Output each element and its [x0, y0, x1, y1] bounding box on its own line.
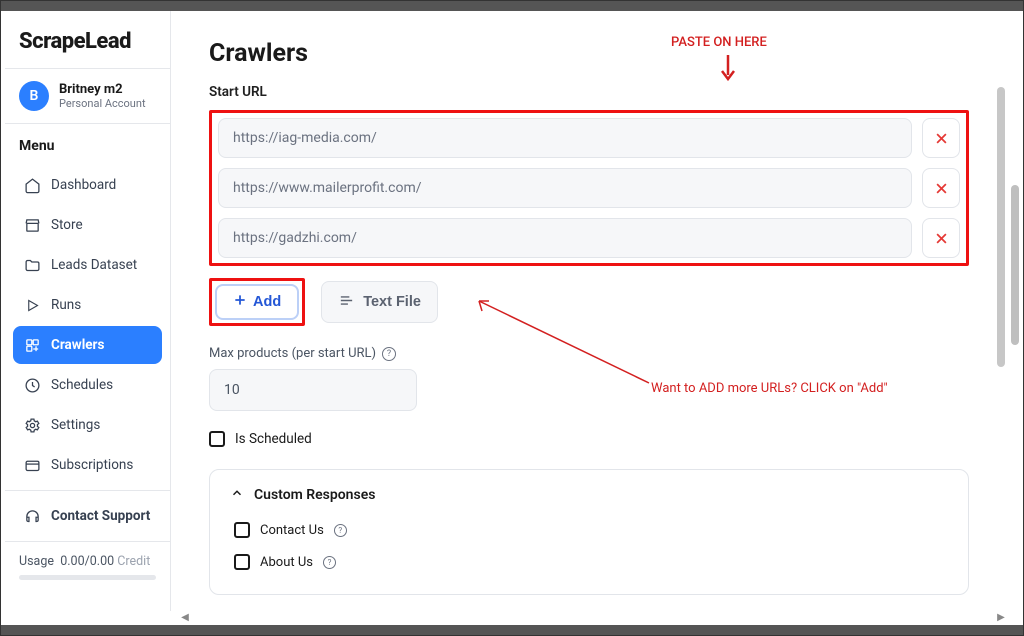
- panel-title: Custom Responses: [254, 487, 375, 503]
- plus-icon: [233, 293, 247, 311]
- max-products-label: Max products (per start URL): [209, 346, 376, 361]
- horizontal-scrollbar[interactable]: ◀ ▶: [179, 611, 1007, 623]
- chevron-up-icon: [230, 486, 244, 504]
- brand-logo: ScrapeLead: [5, 11, 170, 68]
- account-type: Personal Account: [59, 97, 146, 110]
- menu-header: Menu: [5, 124, 170, 160]
- delete-url-button[interactable]: [922, 168, 960, 208]
- text-file-button[interactable]: Text File: [321, 281, 438, 323]
- url-input[interactable]: https://www.mailerprofit.com/: [218, 168, 912, 208]
- scroll-right-icon[interactable]: ▶: [995, 611, 1007, 623]
- nav-label: Runs: [51, 297, 81, 313]
- about-us-label: About Us: [260, 555, 313, 570]
- gear-icon: [23, 416, 41, 434]
- list-icon: [338, 292, 355, 313]
- sidebar-item-leads[interactable]: Leads Dataset: [13, 246, 162, 284]
- nav-label: Subscriptions: [51, 457, 133, 473]
- add-url-button[interactable]: Add: [215, 284, 299, 320]
- browser-top-bar: [1, 1, 1023, 11]
- delete-url-button[interactable]: [922, 118, 960, 158]
- about-us-checkbox[interactable]: [234, 554, 250, 570]
- delete-url-button[interactable]: [922, 218, 960, 258]
- url-row: https://iag-media.com/: [218, 118, 960, 158]
- sidebar-item-crawlers[interactable]: Crawlers: [13, 326, 162, 364]
- max-products-input[interactable]: 10: [209, 369, 417, 411]
- url-input[interactable]: https://iag-media.com/: [218, 118, 912, 158]
- usage-bar: [19, 575, 156, 580]
- avatar: B: [19, 81, 49, 111]
- play-icon: [23, 296, 41, 314]
- nav-label: Settings: [51, 417, 100, 433]
- custom-responses-panel: Custom Responses Contact Us ? About Us ?: [209, 469, 969, 595]
- contact-us-checkbox[interactable]: [234, 522, 250, 538]
- nav-label: Store: [51, 217, 83, 233]
- account-switcher[interactable]: B Britney m2 Personal Account: [5, 69, 170, 123]
- usage-label: Usage: [19, 554, 54, 569]
- sidebar-item-dashboard[interactable]: Dashboard: [13, 166, 162, 204]
- sidebar-item-store[interactable]: Store: [13, 206, 162, 244]
- is-scheduled-checkbox[interactable]: [209, 431, 225, 447]
- url-row: https://gadzhi.com/: [218, 218, 960, 258]
- outer-vertical-scrollbar[interactable]: [1009, 15, 1021, 621]
- sidebar: ScrapeLead B Britney m2 Personal Account…: [5, 11, 171, 611]
- text-file-label: Text File: [363, 294, 421, 310]
- help-icon[interactable]: ?: [334, 524, 347, 537]
- card-icon: [23, 456, 41, 474]
- add-button-label: Add: [253, 294, 281, 310]
- crawler-icon: [23, 336, 41, 354]
- usage-suffix: Credit: [117, 554, 150, 569]
- nav-label: Contact Support: [51, 508, 150, 524]
- contact-us-label: Contact Us: [260, 523, 324, 538]
- arrow-down-icon: [719, 53, 737, 87]
- url-input[interactable]: https://gadzhi.com/: [218, 218, 912, 258]
- home-icon: [23, 176, 41, 194]
- sidebar-item-contact-support[interactable]: Contact Support: [13, 497, 162, 535]
- nav-label: Crawlers: [51, 337, 104, 353]
- help-icon[interactable]: ?: [323, 556, 336, 569]
- nav-label: Dashboard: [51, 177, 116, 193]
- clock-icon: [23, 376, 41, 394]
- help-icon[interactable]: ?: [382, 347, 396, 361]
- main-content: Crawlers PASTE ON HERE Start URL https:/…: [171, 11, 1007, 611]
- store-icon: [23, 216, 41, 234]
- add-button-highlight: Add: [209, 278, 305, 326]
- sidebar-item-settings[interactable]: Settings: [13, 406, 162, 444]
- annotation-add-more: Want to ADD more URLs? CLICK on "Add": [651, 381, 888, 396]
- divider: [5, 490, 170, 491]
- url-list-highlight: https://iag-media.com/ https://www.maile…: [209, 110, 969, 266]
- headset-icon: [23, 507, 41, 525]
- browser-bottom-bar: [1, 625, 1023, 635]
- scroll-left-icon[interactable]: ◀: [179, 611, 191, 623]
- is-scheduled-label: Is Scheduled: [235, 431, 312, 447]
- account-name: Britney m2: [59, 82, 146, 97]
- custom-responses-toggle[interactable]: Custom Responses: [230, 486, 948, 504]
- nav-label: Leads Dataset: [51, 257, 137, 273]
- sidebar-item-subscriptions[interactable]: Subscriptions: [13, 446, 162, 484]
- folder-icon: [23, 256, 41, 274]
- usage-footer: Usage 0.00/0.00 Credit: [5, 542, 170, 592]
- url-row: https://www.mailerprofit.com/: [218, 168, 960, 208]
- nav-label: Schedules: [51, 377, 113, 393]
- start-url-label: Start URL: [209, 84, 969, 100]
- sidebar-item-schedules[interactable]: Schedules: [13, 366, 162, 404]
- usage-value: 0.00/0.00: [60, 554, 114, 569]
- page-title: Crawlers: [209, 39, 969, 68]
- sidebar-item-runs[interactable]: Runs: [13, 286, 162, 324]
